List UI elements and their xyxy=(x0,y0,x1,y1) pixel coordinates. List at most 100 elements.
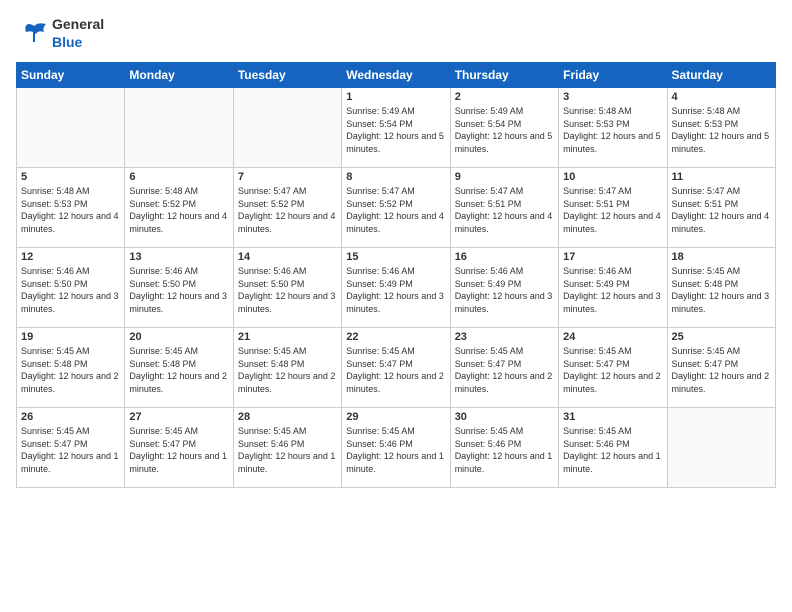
day-number: 23 xyxy=(455,331,554,343)
day-info: Sunrise: 5:45 AMSunset: 5:46 PMDaylight:… xyxy=(346,425,445,475)
day-info: Sunrise: 5:45 AMSunset: 5:47 PMDaylight:… xyxy=(672,345,771,395)
calendar-table: SundayMondayTuesdayWednesdayThursdayFrid… xyxy=(16,62,776,488)
day-number: 19 xyxy=(21,331,120,343)
day-number: 17 xyxy=(563,251,662,263)
calendar-week-1: 1 Sunrise: 5:49 AMSunset: 5:54 PMDaylight… xyxy=(17,88,776,168)
calendar-cell: 19 Sunrise: 5:45 AMSunset: 5:48 PMDayligh… xyxy=(17,328,125,408)
day-number: 21 xyxy=(238,331,337,343)
col-header-wednesday: Wednesday xyxy=(342,63,450,88)
day-number: 20 xyxy=(129,331,228,343)
day-number: 9 xyxy=(455,171,554,183)
calendar-cell: 31 Sunrise: 5:45 AMSunset: 5:46 PMDayligh… xyxy=(559,408,667,488)
calendar-cell: 6 Sunrise: 5:48 AMSunset: 5:52 PMDaylight… xyxy=(125,168,233,248)
logo-bird-icon xyxy=(16,16,52,52)
col-header-friday: Friday xyxy=(559,63,667,88)
day-info: Sunrise: 5:48 AMSunset: 5:53 PMDaylight:… xyxy=(563,105,662,155)
calendar-cell: 15 Sunrise: 5:46 AMSunset: 5:49 PMDayligh… xyxy=(342,248,450,328)
day-number: 3 xyxy=(563,91,662,103)
day-info: Sunrise: 5:46 AMSunset: 5:50 PMDaylight:… xyxy=(21,265,120,315)
day-number: 4 xyxy=(672,91,771,103)
calendar-cell: 28Sunrise: 5:45 AMSunset: 5:46 PMDayligh… xyxy=(233,408,341,488)
calendar-cell: 16 Sunrise: 5:46 AMSunset: 5:49 PMDayligh… xyxy=(450,248,558,328)
day-number: 30 xyxy=(455,411,554,423)
day-number: 16 xyxy=(455,251,554,263)
page-container: General Blue SundayMondayTuesdayWednesda… xyxy=(0,0,792,612)
calendar-cell: 13 Sunrise: 5:46 AMSunset: 5:50 PMDayligh… xyxy=(125,248,233,328)
calendar-cell: 18Sunrise: 5:45 AMSunset: 5:48 PMDayligh… xyxy=(667,248,775,328)
day-info: Sunrise: 5:46 AMSunset: 5:50 PMDaylight:… xyxy=(238,265,337,315)
calendar-cell: 20 Sunrise: 5:45 AMSunset: 5:48 PMDayligh… xyxy=(125,328,233,408)
calendar-cell: 22Sunrise: 5:45 AMSunset: 5:47 PMDayligh… xyxy=(342,328,450,408)
calendar-cell: 26 Sunrise: 5:45 AMSunset: 5:47 PMDayligh… xyxy=(17,408,125,488)
calendar-cell: 11 Sunrise: 5:47 AMSunset: 5:51 PMDayligh… xyxy=(667,168,775,248)
day-number: 29 xyxy=(346,411,445,423)
calendar-cell: 7Sunrise: 5:47 AMSunset: 5:52 PMDaylight… xyxy=(233,168,341,248)
calendar-week-5: 26 Sunrise: 5:45 AMSunset: 5:47 PMDayligh… xyxy=(17,408,776,488)
day-number: 11 xyxy=(672,171,771,183)
day-number: 5 xyxy=(21,171,120,183)
calendar-cell: 27 Sunrise: 5:45 AMSunset: 5:47 PMDayligh… xyxy=(125,408,233,488)
day-info: Sunrise: 5:47 AMSunset: 5:51 PMDaylight:… xyxy=(455,185,554,235)
calendar-cell: 1 Sunrise: 5:49 AMSunset: 5:54 PMDaylight… xyxy=(342,88,450,168)
calendar-cell xyxy=(667,408,775,488)
day-info: Sunrise: 5:47 AMSunset: 5:52 PMDaylight:… xyxy=(238,185,337,235)
day-info: Sunrise: 5:45 AMSunset: 5:48 PMDaylight:… xyxy=(21,345,120,395)
col-header-tuesday: Tuesday xyxy=(233,63,341,88)
calendar-cell xyxy=(125,88,233,168)
calendar-cell xyxy=(17,88,125,168)
col-header-thursday: Thursday xyxy=(450,63,558,88)
day-info: Sunrise: 5:46 AMSunset: 5:49 PMDaylight:… xyxy=(455,265,554,315)
day-number: 28 xyxy=(238,411,337,423)
day-info: Sunrise: 5:46 AMSunset: 5:49 PMDaylight:… xyxy=(346,265,445,315)
day-number: 6 xyxy=(129,171,228,183)
calendar-cell: 21 Sunrise: 5:45 AMSunset: 5:48 PMDayligh… xyxy=(233,328,341,408)
day-info: Sunrise: 5:47 AMSunset: 5:51 PMDaylight:… xyxy=(672,185,771,235)
day-info: Sunrise: 5:49 AMSunset: 5:54 PMDaylight:… xyxy=(346,105,445,155)
logo-general: General xyxy=(52,16,104,32)
day-info: Sunrise: 5:45 AMSunset: 5:46 PMDaylight:… xyxy=(563,425,662,475)
day-info: Sunrise: 5:45 AMSunset: 5:46 PMDaylight:… xyxy=(455,425,554,475)
day-info: Sunrise: 5:45 AMSunset: 5:48 PMDaylight:… xyxy=(129,345,228,395)
day-number: 31 xyxy=(563,411,662,423)
col-header-monday: Monday xyxy=(125,63,233,88)
calendar-cell: 8 Sunrise: 5:47 AMSunset: 5:52 PMDaylight… xyxy=(342,168,450,248)
calendar-cell: 12 Sunrise: 5:46 AMSunset: 5:50 PMDayligh… xyxy=(17,248,125,328)
day-number: 1 xyxy=(346,91,445,103)
calendar-cell: 9 Sunrise: 5:47 AMSunset: 5:51 PMDaylight… xyxy=(450,168,558,248)
day-info: Sunrise: 5:48 AMSunset: 5:53 PMDaylight:… xyxy=(21,185,120,235)
day-info: Sunrise: 5:49 AMSunset: 5:54 PMDaylight:… xyxy=(455,105,554,155)
day-number: 26 xyxy=(21,411,120,423)
day-info: Sunrise: 5:46 AMSunset: 5:49 PMDaylight:… xyxy=(563,265,662,315)
day-number: 13 xyxy=(129,251,228,263)
calendar-week-4: 19 Sunrise: 5:45 AMSunset: 5:48 PMDayligh… xyxy=(17,328,776,408)
day-number: 25 xyxy=(672,331,771,343)
day-number: 15 xyxy=(346,251,445,263)
calendar-week-2: 5 Sunrise: 5:48 AMSunset: 5:53 PMDaylight… xyxy=(17,168,776,248)
day-info: Sunrise: 5:47 AMSunset: 5:52 PMDaylight:… xyxy=(346,185,445,235)
day-info: Sunrise: 5:48 AMSunset: 5:52 PMDaylight:… xyxy=(129,185,228,235)
calendar-week-3: 12 Sunrise: 5:46 AMSunset: 5:50 PMDayligh… xyxy=(17,248,776,328)
calendar-cell xyxy=(233,88,341,168)
day-number: 14 xyxy=(238,251,337,263)
day-info: Sunrise: 5:45 AMSunset: 5:47 PMDaylight:… xyxy=(346,345,445,395)
calendar-cell: 24Sunrise: 5:45 AMSunset: 5:47 PMDayligh… xyxy=(559,328,667,408)
calendar-cell: 3 Sunrise: 5:48 AMSunset: 5:53 PMDaylight… xyxy=(559,88,667,168)
day-number: 12 xyxy=(21,251,120,263)
calendar-cell: 4Sunrise: 5:48 AMSunset: 5:53 PMDaylight… xyxy=(667,88,775,168)
day-info: Sunrise: 5:45 AMSunset: 5:47 PMDaylight:… xyxy=(129,425,228,475)
day-number: 8 xyxy=(346,171,445,183)
calendar-cell: 25 Sunrise: 5:45 AMSunset: 5:47 PMDayligh… xyxy=(667,328,775,408)
col-header-saturday: Saturday xyxy=(667,63,775,88)
calendar-cell: 14 Sunrise: 5:46 AMSunset: 5:50 PMDayligh… xyxy=(233,248,341,328)
calendar-cell: 2 Sunrise: 5:49 AMSunset: 5:54 PMDaylight… xyxy=(450,88,558,168)
calendar-cell: 29 Sunrise: 5:45 AMSunset: 5:46 PMDayligh… xyxy=(342,408,450,488)
calendar-header-row: SundayMondayTuesdayWednesdayThursdayFrid… xyxy=(17,63,776,88)
day-info: Sunrise: 5:45 AMSunset: 5:47 PMDaylight:… xyxy=(563,345,662,395)
day-number: 27 xyxy=(129,411,228,423)
calendar-cell: 30 Sunrise: 5:45 AMSunset: 5:46 PMDayligh… xyxy=(450,408,558,488)
day-number: 2 xyxy=(455,91,554,103)
day-info: Sunrise: 5:46 AMSunset: 5:50 PMDaylight:… xyxy=(129,265,228,315)
day-info: Sunrise: 5:45 AMSunset: 5:48 PMDaylight:… xyxy=(238,345,337,395)
day-info: Sunrise: 5:45 AMSunset: 5:47 PMDaylight:… xyxy=(21,425,120,475)
day-number: 10 xyxy=(563,171,662,183)
